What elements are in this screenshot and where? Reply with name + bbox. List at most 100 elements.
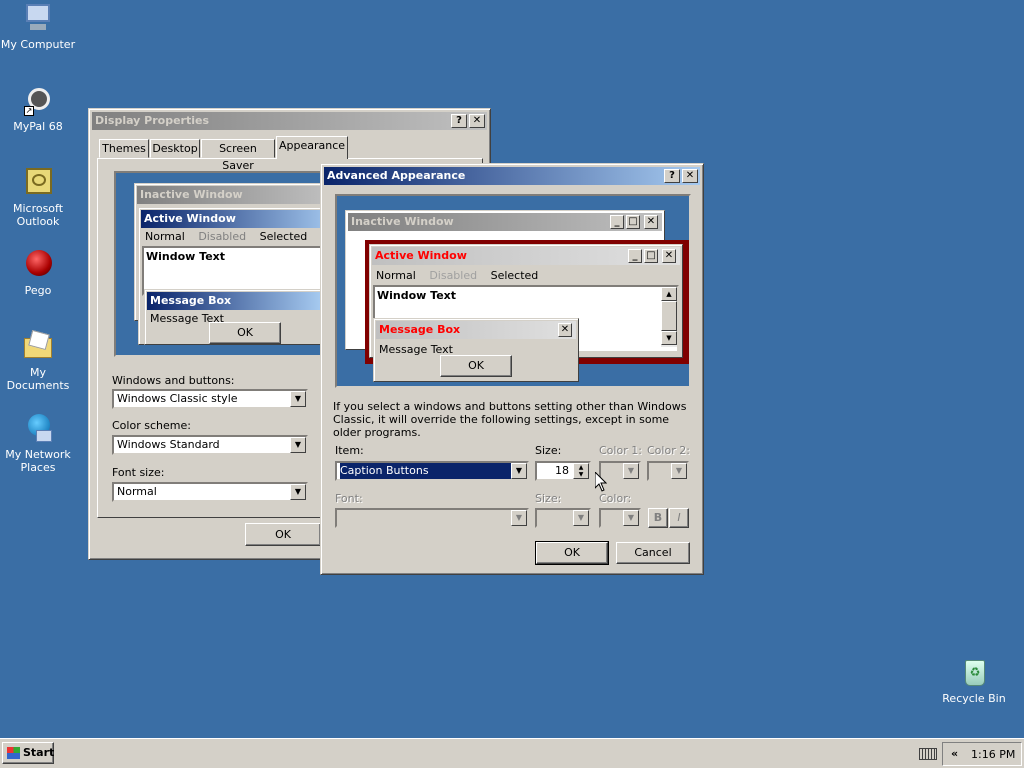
recycle-bin-icon: ♻: [958, 656, 990, 688]
windows-buttons-value: Windows Classic style: [117, 392, 238, 405]
display-properties-titlebar[interactable]: Display Properties ? ✕: [92, 112, 487, 130]
window-text: Window Text: [377, 289, 457, 302]
item-label: Item:: [335, 444, 364, 457]
desktop-icon-label: Recycle Bin: [942, 692, 1006, 705]
italic-toggle[interactable]: I: [669, 508, 689, 528]
font-size-select[interactable]: Normal ▼: [112, 482, 308, 502]
window-title: Advanced Appearance: [327, 169, 466, 182]
scroll-thumb: [661, 301, 677, 331]
font-size-select[interactable]: ▼: [535, 508, 591, 528]
scroll-up-icon: ▲: [661, 287, 677, 301]
adv-msgbox-title-text: Message Box: [379, 323, 461, 336]
color-scheme-value: Windows Standard: [117, 438, 220, 451]
font-color-picker[interactable]: ▼: [599, 508, 641, 528]
adv-preview-active-title: Active Window _ □ ✕: [372, 247, 680, 265]
color-scheme-label: Color scheme:: [112, 419, 191, 432]
desktop-icon-network[interactable]: My Network Places: [0, 412, 76, 474]
item-select[interactable]: Caption Buttons ▼: [335, 461, 529, 481]
maximize-icon: □: [644, 249, 658, 263]
system-tray: « 1:16 PM: [942, 742, 1022, 766]
adv-active-title-text: Active Window: [375, 249, 467, 262]
close-button[interactable]: ✕: [682, 169, 698, 183]
minimize-icon: _: [610, 215, 624, 229]
desktop-icon-mypal[interactable]: ↗ MyPal 68: [0, 84, 76, 133]
font-label: Font:: [335, 492, 363, 505]
font-size-label: Size:: [535, 492, 562, 505]
help-button[interactable]: ?: [451, 114, 467, 128]
tray-expand-button[interactable]: «: [951, 747, 958, 760]
close-icon: ✕: [558, 323, 572, 337]
tab-appearance[interactable]: Appearance: [276, 136, 348, 159]
pego-icon: [22, 248, 54, 280]
font-size-value: Normal: [117, 485, 157, 498]
color-scheme-select[interactable]: Windows Standard ▼: [112, 435, 308, 455]
spinner-arrows-icon[interactable]: ▲ ▼: [573, 463, 589, 479]
scroll-down-icon: ▼: [661, 331, 677, 345]
scrollbar: ▲ ▼: [661, 287, 677, 347]
preview-ok-button: OK: [209, 322, 281, 344]
tab-screen-saver[interactable]: Screen Saver: [201, 139, 275, 172]
close-icon: ✕: [644, 215, 658, 229]
bold-toggle[interactable]: B: [648, 508, 668, 528]
menu-disabled: Disabled: [198, 230, 247, 243]
chevron-down-icon: ▼: [511, 510, 527, 526]
computer-icon: [22, 2, 54, 34]
advanced-appearance-window: Advanced Appearance ? ✕ Inactive Window …: [320, 163, 704, 575]
close-icon: ✕: [662, 249, 676, 263]
override-info-text: If you select a windows and buttons sett…: [333, 400, 687, 439]
start-label: Start: [23, 746, 55, 759]
window-title: Display Properties: [95, 114, 210, 127]
clock[interactable]: 1:16 PM: [971, 748, 1015, 761]
desktop-icon-recycle-bin[interactable]: ♻ Recycle Bin: [936, 656, 1012, 705]
windows-buttons-select[interactable]: Windows Classic style ▼: [112, 389, 308, 409]
advanced-preview: Inactive Window _ □ ✕ Active Window _ □ …: [335, 194, 691, 388]
preview-menu: Normal Disabled Selected: [145, 230, 317, 243]
taskbar: Start « 1:16 PM: [0, 738, 1024, 768]
chevron-down-icon: ▼: [671, 463, 687, 479]
tab-themes[interactable]: Themes: [99, 139, 149, 158]
adv-preview-inactive-title: Inactive Window _ □ ✕: [348, 213, 662, 231]
item-value: Caption Buttons: [340, 463, 511, 479]
keyboard-icon[interactable]: [919, 748, 937, 760]
desktop-icon-my-computer[interactable]: My Computer: [0, 2, 76, 51]
size-spinner[interactable]: 18 ▲ ▼: [535, 461, 591, 481]
menu-selected: Selected: [490, 269, 539, 282]
folder-icon: [22, 329, 54, 362]
windows-buttons-label: Windows and buttons:: [112, 374, 235, 387]
font-select[interactable]: ▼: [335, 508, 529, 528]
adv-inactive-title-text: Inactive Window: [351, 215, 454, 228]
tab-desktop[interactable]: Desktop: [150, 139, 200, 158]
chevron-down-icon: ▼: [623, 510, 639, 526]
adv-preview-ok-button: OK: [440, 355, 512, 377]
help-button[interactable]: ?: [664, 169, 680, 183]
adv-preview-message-box: Message Box ✕ Message Text OK: [373, 318, 579, 382]
ok-button[interactable]: OK: [535, 541, 609, 565]
desktop-icon-label: Pego: [24, 284, 52, 297]
adv-preview-msgbox-title: Message Box ✕: [376, 321, 576, 339]
chevron-down-icon: ▼: [290, 437, 306, 453]
menu-normal: Normal: [376, 269, 416, 282]
start-button[interactable]: Start: [2, 742, 54, 764]
minimize-icon: _: [628, 249, 642, 263]
preview-msgbox-title: Message Box: [147, 292, 321, 310]
chevron-down-icon: ▼: [290, 484, 306, 500]
color2-picker[interactable]: ▼: [647, 461, 689, 481]
desktop-icon-label: My Documents: [6, 366, 70, 392]
desktop-icon-pego[interactable]: Pego: [0, 248, 76, 297]
preview-message-box: Message Box Message Text OK: [144, 289, 324, 345]
color1-label: Color 1:: [599, 444, 642, 457]
desktop-icon-my-documents[interactable]: My Documents: [0, 329, 76, 392]
desktop-icon-label: My Network Places: [5, 448, 71, 474]
chevron-down-icon: ▼: [623, 463, 639, 479]
desktop-icon-outlook[interactable]: Microsoft Outlook: [0, 166, 76, 228]
menu-normal: Normal: [145, 230, 185, 243]
desktop-icon-label: MyPal 68: [13, 120, 63, 133]
color2-label: Color 2:: [647, 444, 690, 457]
advanced-appearance-titlebar[interactable]: Advanced Appearance ? ✕: [324, 167, 700, 185]
outlook-icon: [22, 166, 54, 198]
ok-button[interactable]: OK: [245, 523, 321, 546]
cancel-button[interactable]: Cancel: [616, 542, 690, 564]
menu-selected: Selected: [259, 230, 308, 243]
font-size-label: Font size:: [112, 466, 165, 479]
close-button[interactable]: ✕: [469, 114, 485, 128]
